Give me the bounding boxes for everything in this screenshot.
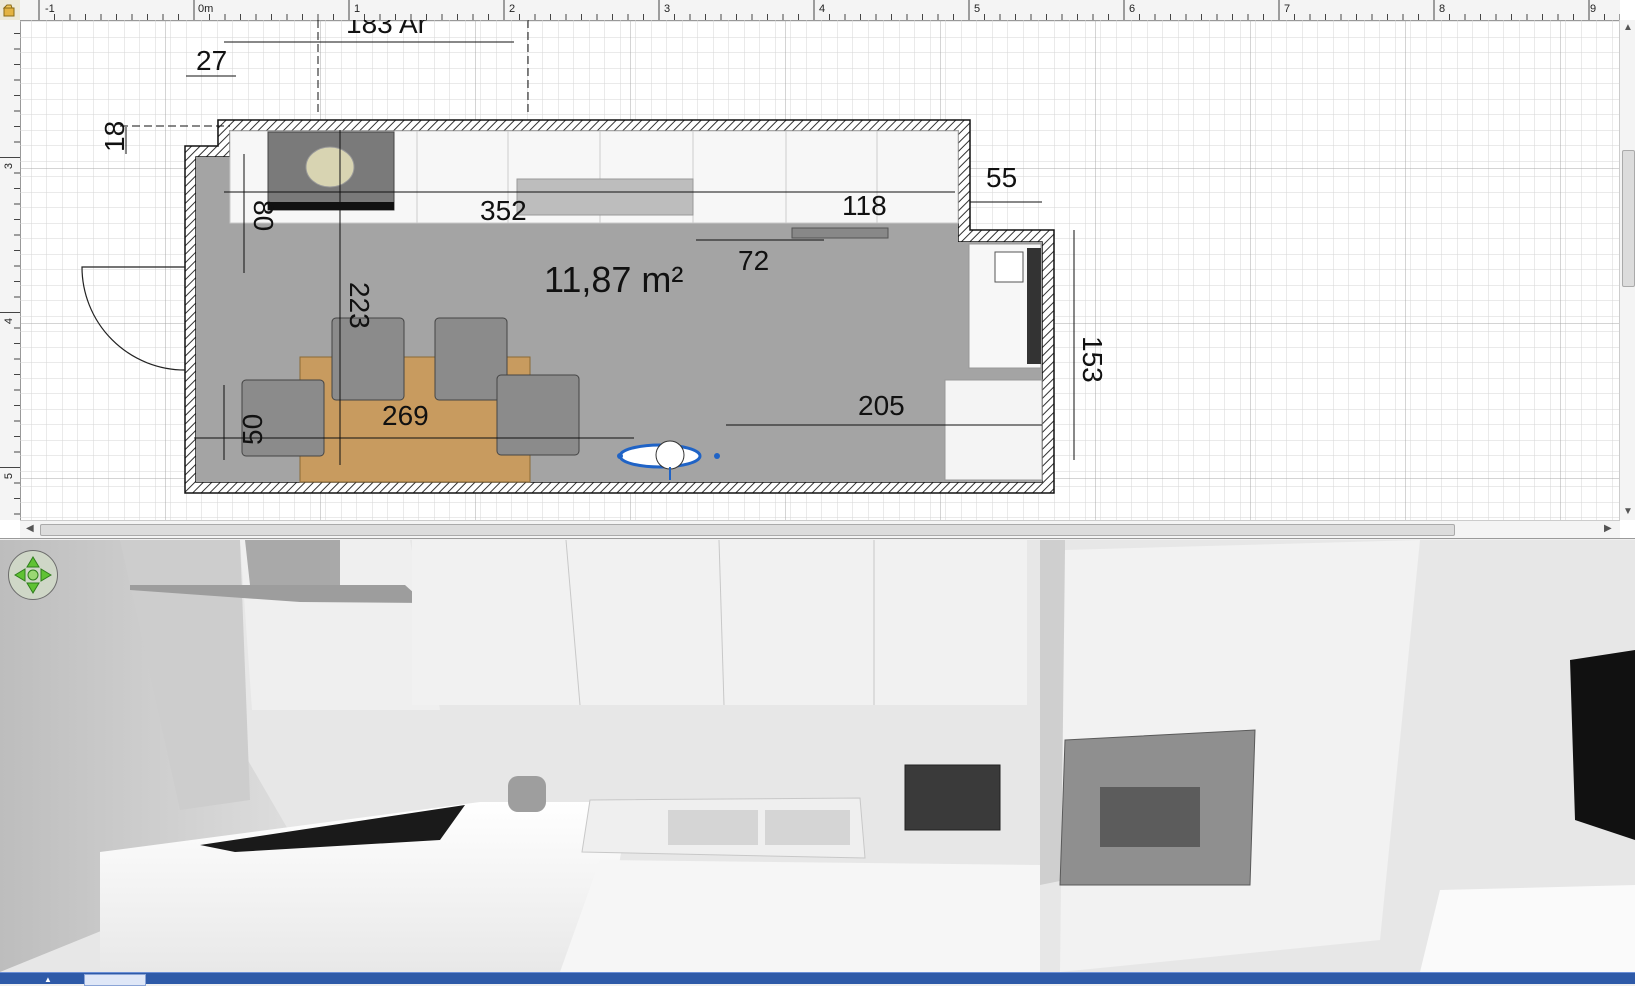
- kettle[interactable]: [508, 776, 546, 812]
- scroll-down-icon[interactable]: ▼: [1623, 506, 1633, 517]
- ruler-corner: [0, 0, 21, 21]
- dim-label-118: 118: [842, 190, 887, 221]
- top-ruler-label: 8: [1439, 3, 1446, 15]
- top-ruler-label: 3: [664, 3, 671, 15]
- oven-window: [1100, 787, 1200, 847]
- dim-label-223: 223: [344, 282, 375, 329]
- dim-label-50: 50: [237, 414, 268, 445]
- top-ruler-label: 4: [819, 3, 826, 15]
- dim-label-72: 72: [738, 245, 769, 276]
- dim-label-269: 269: [382, 400, 429, 431]
- top-ruler-label: 7: [1284, 3, 1291, 15]
- left-ruler-label: 3: [3, 162, 16, 170]
- chair[interactable]: [434, 317, 508, 401]
- dim-label-153: 153: [1077, 336, 1108, 383]
- cooktop-burner: [305, 146, 355, 188]
- 3d-view[interactable]: [0, 540, 1635, 972]
- dim-label-top: 183 Ar: [346, 20, 427, 39]
- left-ruler-label: 4: [3, 317, 16, 325]
- chair[interactable]: [331, 317, 405, 401]
- floor-plan-canvas[interactable]: 183 Ar 27 18 80 352 118 55 72 223 153 26…: [20, 20, 1620, 520]
- top-ruler-label: 2: [509, 3, 516, 15]
- top-ruler-label: 9: [1590, 3, 1597, 15]
- pan-icon: [2, 4, 15, 17]
- scroll-right-icon[interactable]: ▶: [1604, 523, 1612, 534]
- scroll-left-icon[interactable]: ◀: [26, 523, 34, 534]
- left-ruler-label: 5: [3, 472, 16, 480]
- dim-label-80: 80: [248, 200, 279, 231]
- dim-label-55: 55: [986, 162, 1017, 193]
- tv-stand: [994, 251, 1024, 283]
- dim-label-205: 205: [858, 390, 905, 421]
- room-area-label: 11,87 m²: [544, 259, 683, 300]
- navigation-arrows-icon[interactable]: [8, 550, 58, 600]
- taskbar: ▲: [0, 972, 1635, 986]
- dim-label-352: 352: [480, 195, 527, 226]
- left-ruler: 3 4 5: [0, 20, 21, 520]
- top-ruler-label: 5: [974, 3, 981, 15]
- vertical-scrollbar[interactable]: ▲ ▼: [1619, 20, 1635, 520]
- vertical-scroll-thumb[interactable]: [1622, 150, 1635, 287]
- top-ruler-label: 6: [1129, 3, 1136, 15]
- horizontal-scroll-thumb[interactable]: [40, 524, 1455, 536]
- range-hood-chimney: [245, 540, 340, 585]
- dim-label-27: 27: [196, 45, 227, 76]
- tv-screen[interactable]: [1027, 248, 1041, 364]
- plan-view[interactable]: -1 0m 1 2 3 4 5 6 7 8 9 3 4 5 183 Ar 27 …: [0, 0, 1635, 539]
- microwave-3d[interactable]: [904, 764, 1001, 831]
- sink[interactable]: [516, 178, 694, 216]
- 3d-scene[interactable]: [0, 540, 1635, 972]
- dim-label-18: 18: [99, 121, 130, 152]
- fridge[interactable]: [944, 379, 1043, 481]
- taskbar-app-button[interactable]: [84, 974, 146, 986]
- top-ruler: -1 0m 1 2 3 4 5 6 7 8 9: [20, 0, 1620, 21]
- scroll-up-icon[interactable]: ▲: [1623, 22, 1633, 33]
- top-ruler-label: 0m: [198, 3, 214, 15]
- lower-cabinets[interactable]: [560, 860, 1040, 972]
- taskbar-arrow-icon[interactable]: ▲: [44, 975, 60, 984]
- microwave[interactable]: [791, 227, 889, 239]
- horizontal-scrollbar[interactable]: ◀ ▶: [20, 520, 1620, 538]
- top-ruler-label: -1: [45, 3, 55, 15]
- tv-3d[interactable]: [1570, 650, 1635, 840]
- chair[interactable]: [496, 374, 580, 456]
- top-ruler-label: 1: [354, 3, 361, 15]
